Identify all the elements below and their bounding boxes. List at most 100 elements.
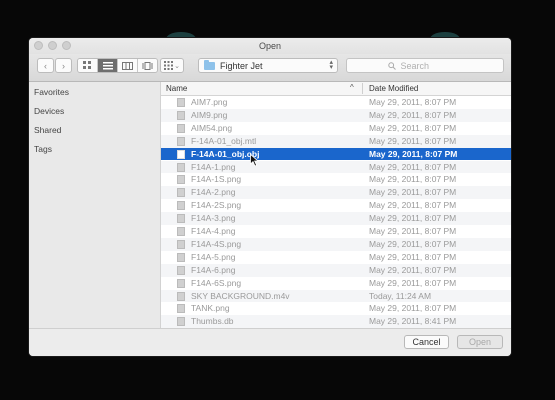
back-button[interactable]: ‹ xyxy=(37,58,54,73)
file-row[interactable]: F14A-4S.png May 29, 2011, 8:07 PM xyxy=(161,237,511,251)
column-header-name[interactable]: Name xyxy=(166,84,187,93)
open-dialog: Open ‹ › ⌄ Fighter Jet ▴ ▾ Search Favori… xyxy=(29,38,511,356)
close-window-button[interactable] xyxy=(34,41,43,50)
file-icon xyxy=(177,123,185,133)
file-row[interactable]: F14A-1S.png May 29, 2011, 8:07 PM xyxy=(161,173,511,187)
file-row[interactable]: F14A-2.png May 29, 2011, 8:07 PM xyxy=(161,186,511,200)
file-name: AIM54.png xyxy=(191,122,233,133)
column-view-button[interactable] xyxy=(118,59,138,72)
file-date-modified: May 29, 2011, 8:07 PM xyxy=(369,264,457,275)
chevron-right-icon: › xyxy=(62,60,65,71)
file-name: F-14A-01_obj.mtl xyxy=(191,135,257,146)
file-row[interactable]: Thumbs.db May 29, 2011, 8:41 PM xyxy=(161,315,511,328)
file-date-modified: May 29, 2011, 8:07 PM xyxy=(369,109,457,120)
cancel-button[interactable]: Cancel xyxy=(404,335,449,349)
file-date-modified: May 29, 2011, 8:07 PM xyxy=(369,213,457,224)
cover-flow-view-icon xyxy=(142,61,153,70)
zoom-window-button[interactable] xyxy=(62,41,71,50)
icon-view-button[interactable] xyxy=(78,59,98,72)
file-icon xyxy=(177,278,185,288)
list-view-icon xyxy=(102,61,113,69)
file-date-modified: May 29, 2011, 8:07 PM xyxy=(369,97,457,107)
list-view-button[interactable] xyxy=(98,59,118,72)
cover-flow-view-button[interactable] xyxy=(138,59,157,72)
file-icon xyxy=(177,317,185,327)
file-row[interactable]: F14A-2S.png May 29, 2011, 8:07 PM xyxy=(161,199,511,213)
file-icon xyxy=(177,252,185,262)
file-name: F14A-2S.png xyxy=(191,200,242,211)
search-icon xyxy=(387,61,396,70)
file-row[interactable]: F14A-1.png May 29, 2011, 8:07 PM xyxy=(161,160,511,174)
file-name: SKY BACKGROUND.m4v xyxy=(191,290,290,301)
file-row[interactable]: AIM9.png May 29, 2011, 8:07 PM xyxy=(161,108,511,122)
file-icon xyxy=(177,149,185,159)
file-date-modified: May 29, 2011, 8:07 PM xyxy=(369,122,457,133)
file-name: AIM9.png xyxy=(191,109,228,120)
file-icon xyxy=(177,162,185,172)
mouse-pointer-icon xyxy=(250,154,259,167)
icon-view-icon xyxy=(83,61,91,69)
file-date-modified: May 29, 2011, 8:07 PM xyxy=(369,161,457,172)
file-row[interactable]: TANK.png May 29, 2011, 8:07 PM xyxy=(161,302,511,316)
file-date-modified: May 29, 2011, 8:07 PM xyxy=(369,277,457,288)
sidebar-section-tags[interactable]: Tags xyxy=(34,144,52,154)
file-date-modified: May 29, 2011, 8:07 PM xyxy=(369,238,457,249)
search-input[interactable] xyxy=(398,59,463,72)
file-row[interactable]: F14A-6S.png May 29, 2011, 8:07 PM xyxy=(161,276,511,290)
file-name: Thumbs.db xyxy=(191,316,234,327)
location-popup[interactable]: Fighter Jet ▴ ▾ xyxy=(198,58,338,73)
file-date-modified: May 29, 2011, 8:07 PM xyxy=(369,187,457,198)
file-date-modified: May 29, 2011, 8:07 PM xyxy=(369,251,457,262)
file-row[interactable]: F-14A-01_obj.obj May 29, 2011, 8:07 PM xyxy=(161,147,511,161)
column-separator[interactable] xyxy=(362,83,363,94)
file-icon xyxy=(177,291,185,301)
file-name: F14A-1.png xyxy=(191,161,236,172)
file-row[interactable]: F14A-3.png May 29, 2011, 8:07 PM xyxy=(161,212,511,225)
file-icon xyxy=(177,136,185,146)
file-date-modified: May 29, 2011, 8:41 PM xyxy=(369,316,457,327)
file-date-modified: May 29, 2011, 8:07 PM xyxy=(369,303,457,314)
file-name: F14A-5.png xyxy=(191,251,236,262)
file-row[interactable]: F14A-4.png May 29, 2011, 8:07 PM xyxy=(161,225,511,238)
file-name: F14A-6S.png xyxy=(191,277,242,288)
file-row[interactable]: SKY BACKGROUND.m4v Today, 11:24 AM xyxy=(161,289,511,303)
open-button[interactable]: Open xyxy=(457,335,503,349)
chevron-down-icon: ⌄ xyxy=(174,62,180,70)
sidebar-section-favorites[interactable]: Favorites xyxy=(34,87,69,97)
sidebar-section-devices[interactable]: Devices xyxy=(34,106,64,116)
file-icon xyxy=(177,98,185,107)
file-name: F14A-1S.png xyxy=(191,174,242,185)
file-row[interactable]: F14A-6.png May 29, 2011, 8:07 PM xyxy=(161,263,511,277)
column-header-date-modified[interactable]: Date Modified xyxy=(369,84,418,93)
sidebar-section-shared[interactable]: Shared xyxy=(34,125,61,135)
file-date-modified: May 29, 2011, 8:07 PM xyxy=(369,226,457,236)
toolbar: ‹ › ⌄ Fighter Jet ▴ ▾ xyxy=(29,54,511,82)
minimize-window-button[interactable] xyxy=(48,41,57,50)
file-icon xyxy=(177,175,185,185)
file-icon xyxy=(177,227,185,236)
file-name: AIM7.png xyxy=(191,97,228,107)
file-date-modified: May 29, 2011, 8:07 PM xyxy=(369,174,457,185)
folder-icon xyxy=(204,59,215,70)
file-row[interactable]: AIM7.png May 29, 2011, 8:07 PM xyxy=(161,96,511,109)
column-header-bar: Name ^ Date Modified xyxy=(161,82,511,96)
updown-arrows-icon: ▴ ▾ xyxy=(329,59,333,71)
file-name: F14A-3.png xyxy=(191,213,236,224)
file-name: TANK.png xyxy=(191,303,230,314)
search-field[interactable] xyxy=(346,58,504,73)
arrange-grid-icon xyxy=(164,61,174,70)
sidebar: Favorites Devices Shared Tags xyxy=(29,82,161,328)
file-icon xyxy=(177,265,185,275)
file-row[interactable]: AIM54.png May 29, 2011, 8:07 PM xyxy=(161,121,511,135)
file-row[interactable]: F-14A-01_obj.mtl May 29, 2011, 8:07 PM xyxy=(161,134,511,148)
file-list: Name ^ Date Modified AIM7.png May 29, 201… xyxy=(161,82,511,328)
file-date-modified: May 29, 2011, 8:07 PM xyxy=(369,200,457,211)
title-bar: Open xyxy=(29,38,511,54)
location-label: Fighter Jet xyxy=(220,60,263,71)
file-icon xyxy=(177,214,185,224)
arrange-button[interactable]: ⌄ xyxy=(160,58,184,73)
file-row[interactable]: F14A-5.png May 29, 2011, 8:07 PM xyxy=(161,250,511,264)
file-icon xyxy=(177,110,185,120)
forward-button[interactable]: › xyxy=(55,58,72,73)
chevron-left-icon: ‹ xyxy=(44,60,47,71)
